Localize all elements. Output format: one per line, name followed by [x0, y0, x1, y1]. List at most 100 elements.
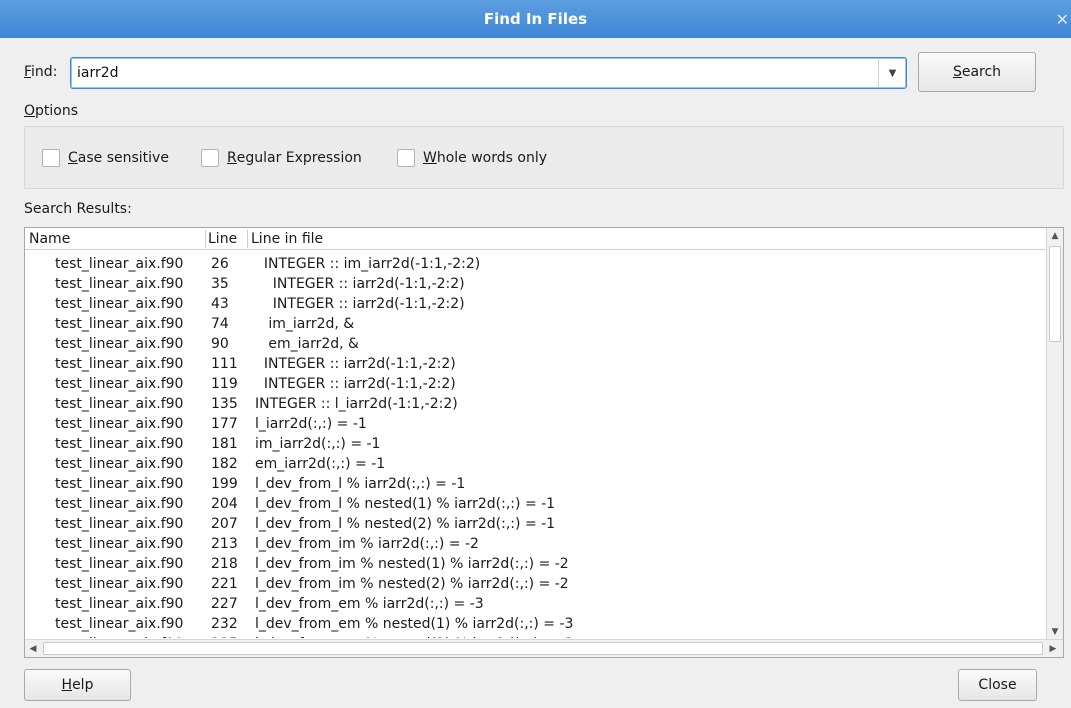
column-header-line[interactable]: Line [208, 231, 237, 247]
table-row[interactable]: test_linear_aix.f90 90 em_iarr2d, & [25, 334, 1047, 354]
scroll-down-icon[interactable]: ▼ [1047, 624, 1063, 640]
result-line-number: 227 [211, 596, 238, 612]
table-row[interactable]: test_linear_aix.f90 26 INTEGER :: im_iarr… [25, 254, 1047, 274]
result-file-name: test_linear_aix.f90 [55, 496, 184, 512]
result-line-text: l_dev_from_em % nested(2) % iarr2d(:,:) … [255, 634, 573, 638]
result-line-number: 181 [211, 436, 238, 452]
result-file-name: test_linear_aix.f90 [55, 616, 184, 632]
result-line-number: 213 [211, 536, 238, 552]
result-line-number: 232 [211, 616, 238, 632]
result-line-text: l_dev_from_l % nested(1) % iarr2d(:,:) =… [255, 496, 556, 512]
table-row[interactable]: test_linear_aix.f90 111 INTEGER :: iarr2d… [25, 354, 1047, 374]
result-line-text: INTEGER :: iarr2d(-1:1,-2:2) [255, 276, 465, 292]
result-line-number: 90 [211, 336, 229, 352]
result-file-name: test_linear_aix.f90 [55, 356, 184, 372]
result-line-number: 221 [211, 576, 238, 592]
result-line-text: l_iarr2d(:,:) = -1 [255, 416, 367, 432]
result-line-text: l_dev_from_em % iarr2d(:,:) = -3 [255, 596, 484, 612]
scroll-thumb[interactable] [1049, 246, 1061, 342]
result-line-number: 207 [211, 516, 238, 532]
result-line-text: em_iarr2d, & [255, 336, 359, 352]
find-combobox[interactable]: ▼ [70, 57, 907, 89]
result-line-text: l_dev_from_em % nested(1) % iarr2d(:,:) … [255, 616, 574, 632]
whole-words-checkbox[interactable]: Whole words only [397, 149, 547, 167]
table-row[interactable]: test_linear_aix.f90 213 l_dev_from_im % ia… [25, 534, 1047, 554]
result-line-number: 135 [211, 396, 238, 412]
result-file-name: test_linear_aix.f90 [55, 516, 184, 532]
scroll-left-icon[interactable]: ◀ [25, 640, 41, 657]
close-button[interactable]: Close [958, 669, 1037, 701]
result-line-number: 35 [211, 276, 229, 292]
result-line-number: 111 [211, 356, 238, 372]
checkbox-box[interactable] [42, 149, 60, 167]
checkbox-box[interactable] [397, 149, 415, 167]
table-row[interactable]: test_linear_aix.f90 74 im_iarr2d, & [25, 314, 1047, 334]
result-line-text: INTEGER :: iarr2d(-1:1,-2:2) [255, 296, 465, 312]
horizontal-scrollbar[interactable]: ◀ ▶ [25, 639, 1063, 657]
result-file-name: test_linear_aix.f90 [55, 316, 184, 332]
table-row[interactable]: test_linear_aix.f90 182 em_iarr2d(:,:) = -… [25, 454, 1047, 474]
results-rows: test_linear_aix.f90 26 INTEGER :: im_iarr… [25, 254, 1047, 638]
table-row[interactable]: test_linear_aix.f90 204 l_dev_from_l % nes… [25, 494, 1047, 514]
table-row[interactable]: test_linear_aix.f90 207 l_dev_from_l % nes… [25, 514, 1047, 534]
scroll-up-icon[interactable]: ▲ [1047, 228, 1063, 244]
result-line-text: l_dev_from_im % nested(2) % iarr2d(:,:) … [255, 576, 569, 592]
table-row[interactable]: test_linear_aix.f90 218 l_dev_from_im % ne… [25, 554, 1047, 574]
result-line-text: INTEGER :: iarr2d(-1:1,-2:2) [255, 376, 456, 392]
result-line-text: em_iarr2d(:,:) = -1 [255, 456, 386, 472]
scroll-thumb[interactable] [43, 642, 1043, 655]
search-button[interactable]: Search [918, 52, 1036, 92]
column-header-text[interactable]: Line in file [251, 231, 323, 247]
results-table[interactable]: Name Line Line in file test_linear_aix.f… [24, 227, 1064, 658]
scroll-right-icon[interactable]: ▶ [1045, 640, 1061, 657]
result-line-text: INTEGER :: im_iarr2d(-1:1,-2:2) [255, 256, 481, 272]
options-label: Options [24, 103, 79, 119]
result-line-text: im_iarr2d(:,:) = -1 [255, 436, 381, 452]
case-sensitive-checkbox[interactable]: Case sensitive [42, 149, 169, 167]
table-row[interactable]: test_linear_aix.f90 43 INTEGER :: iarr2d(… [25, 294, 1047, 314]
title-bar: Find In Files ✕ [0, 0, 1071, 38]
result-file-name: test_linear_aix.f90 [55, 634, 183, 638]
result-line-text: INTEGER :: iarr2d(-1:1,-2:2) [255, 356, 456, 372]
table-row[interactable]: test_linear_aix.f90 181 im_iarr2d(:,:) = -… [25, 434, 1047, 454]
result-line-number: 119 [211, 376, 238, 392]
table-row[interactable]: test_linear_aix.f90 119 INTEGER :: iarr2d… [25, 374, 1047, 394]
column-header-name[interactable]: Name [29, 231, 70, 247]
result-line-number: 74 [211, 316, 229, 332]
table-row[interactable]: test_linear_aix.f90 199 l_dev_from_l % iar… [25, 474, 1047, 494]
table-row[interactable]: test_linear_aix.f90 135 INTEGER :: l_iarr2… [25, 394, 1047, 414]
result-file-name: test_linear_aix.f90 [55, 536, 184, 552]
table-row[interactable]: test_linear_aix.f90 177 l_iarr2d(:,:) = -1 [25, 414, 1047, 434]
result-line-number: 182 [211, 456, 238, 472]
result-file-name: test_linear_aix.f90 [55, 376, 184, 392]
table-row[interactable]: test_linear_aix.f90 221 l_dev_from_im % ne… [25, 574, 1047, 594]
result-file-name: test_linear_aix.f90 [55, 416, 184, 432]
result-line-text: l_dev_from_l % iarr2d(:,:) = -1 [255, 476, 466, 492]
regex-checkbox[interactable]: Regular Expression [201, 149, 362, 167]
result-file-name: test_linear_aix.f90 [55, 456, 184, 472]
window-title: Find In Files [483, 10, 588, 28]
vertical-scrollbar[interactable]: ▲ ▼ [1046, 228, 1063, 640]
chevron-down-icon[interactable]: ▼ [878, 58, 906, 88]
table-row[interactable]: test_linear_aix.f90 35 INTEGER :: iarr2d(… [25, 274, 1047, 294]
result-line-number: 204 [211, 496, 238, 512]
result-line-text: l_dev_from_im % nested(1) % iarr2d(:,:) … [255, 556, 569, 572]
result-file-name: test_linear_aix.f90 [55, 596, 184, 612]
result-line-text: l_dev_from_im % iarr2d(:,:) = -2 [255, 536, 479, 552]
help-button[interactable]: Help [24, 669, 131, 701]
table-row[interactable]: test_linear_aix.f90 232 l_dev_from_em % ne… [25, 614, 1047, 634]
result-line-number: 177 [211, 416, 238, 432]
result-file-name: test_linear_aix.f90 [55, 436, 184, 452]
close-icon[interactable]: ✕ [1056, 10, 1069, 29]
checkbox-box[interactable] [201, 149, 219, 167]
table-row[interactable]: test_linear_aix.f90 227 l_dev_from_em % ia… [25, 594, 1047, 614]
result-file-name: test_linear_aix.f90 [55, 576, 184, 592]
find-input[interactable] [75, 61, 875, 85]
result-line-text: l_dev_from_l % nested(2) % iarr2d(:,:) =… [255, 516, 556, 532]
result-file-name: test_linear_aix.f90 [55, 296, 184, 312]
result-file-name: test_linear_aix.f90 [55, 476, 184, 492]
result-file-name: test_linear_aix.f90 [55, 276, 184, 292]
table-row[interactable]: test_linear_aix.f90 235 l_dev_from_em % ne… [25, 634, 1047, 638]
result-line-number: 43 [211, 296, 229, 312]
result-file-name: test_linear_aix.f90 [55, 396, 184, 412]
